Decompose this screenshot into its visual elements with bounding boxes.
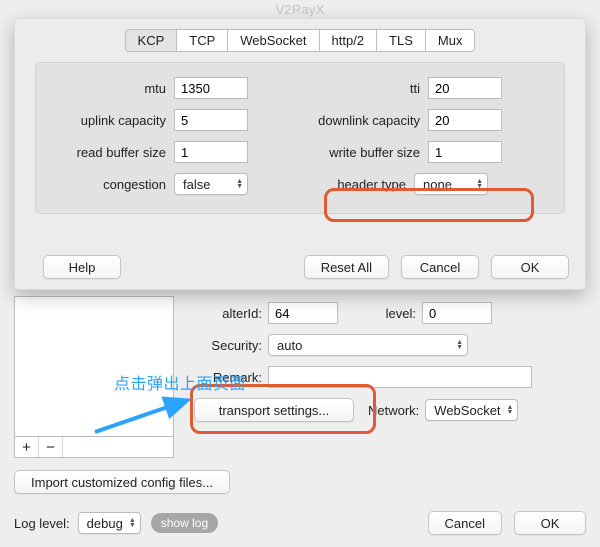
level-label: level: — [348, 306, 416, 321]
modal-cancel-button[interactable]: Cancel — [401, 255, 479, 279]
alterid-label: alterId: — [194, 306, 262, 321]
tti-input[interactable] — [428, 77, 502, 99]
congestion-value: false — [183, 177, 210, 192]
congestion-label: congestion — [46, 177, 166, 192]
congestion-select[interactable]: false — [174, 173, 248, 195]
mtu-label: mtu — [46, 81, 166, 96]
window-title: V2RayX — [0, 0, 600, 18]
log-level-label: Log level: — [14, 516, 70, 531]
main-cancel-button[interactable]: Cancel — [428, 511, 502, 535]
chevron-updown-icon — [129, 518, 136, 528]
downlink-label: downlink capacity — [300, 113, 420, 128]
read-buffer-label: read buffer size — [46, 145, 166, 160]
read-buffer-input[interactable] — [174, 141, 248, 163]
tti-label: tti — [300, 81, 420, 96]
log-level-value: debug — [87, 516, 123, 531]
header-type-label: header type — [300, 177, 406, 192]
tab-tcp[interactable]: TCP — [176, 29, 228, 52]
tab-mux[interactable]: Mux — [425, 29, 476, 52]
show-log-button[interactable]: show log — [151, 513, 218, 533]
chevron-updown-icon — [476, 179, 483, 189]
tab-kcp[interactable]: KCP — [125, 29, 178, 52]
import-config-button[interactable]: Import customized config files... — [14, 470, 230, 494]
add-server-button[interactable]: + — [15, 437, 39, 457]
alterid-input[interactable] — [268, 302, 338, 324]
security-value: auto — [277, 338, 302, 353]
header-type-select[interactable]: none — [414, 173, 488, 195]
security-label: Security: — [194, 338, 262, 353]
network-select[interactable]: WebSocket — [425, 399, 518, 421]
mtu-input[interactable] — [174, 77, 248, 99]
chevron-updown-icon — [507, 405, 514, 415]
transport-settings-button[interactable]: transport settings... — [194, 398, 354, 422]
transport-settings-modal: KCP TCP WebSocket http/2 TLS Mux mtu tti… — [14, 18, 586, 290]
chevron-updown-icon — [236, 179, 243, 189]
remove-server-button[interactable]: − — [39, 437, 63, 457]
chevron-updown-icon — [456, 340, 463, 350]
header-type-value: none — [423, 177, 452, 192]
tab-http2[interactable]: http/2 — [319, 29, 378, 52]
log-level-select[interactable]: debug — [78, 512, 141, 534]
modal-ok-button[interactable]: OK — [491, 255, 569, 279]
uplink-label: uplink capacity — [46, 113, 166, 128]
uplink-input[interactable] — [174, 109, 248, 131]
network-label: Network: — [368, 403, 419, 418]
main-ok-button[interactable]: OK — [514, 511, 586, 535]
remark-input[interactable] — [268, 366, 532, 388]
tab-tls[interactable]: TLS — [376, 29, 426, 52]
write-buffer-label: write buffer size — [300, 145, 420, 160]
kcp-form: mtu tti uplink capacity downlink capacit… — [35, 62, 565, 214]
downlink-input[interactable] — [428, 109, 502, 131]
level-input[interactable] — [422, 302, 492, 324]
modal-reset-all-button[interactable]: Reset All — [304, 255, 389, 279]
write-buffer-input[interactable] — [428, 141, 502, 163]
security-select[interactable]: auto — [268, 334, 468, 356]
transport-tabs: KCP TCP WebSocket http/2 TLS Mux — [25, 29, 575, 52]
tab-websocket[interactable]: WebSocket — [227, 29, 319, 52]
network-value: WebSocket — [434, 403, 500, 418]
modal-help-button[interactable]: Help — [43, 255, 121, 279]
annotation-arrow-icon — [90, 390, 200, 440]
